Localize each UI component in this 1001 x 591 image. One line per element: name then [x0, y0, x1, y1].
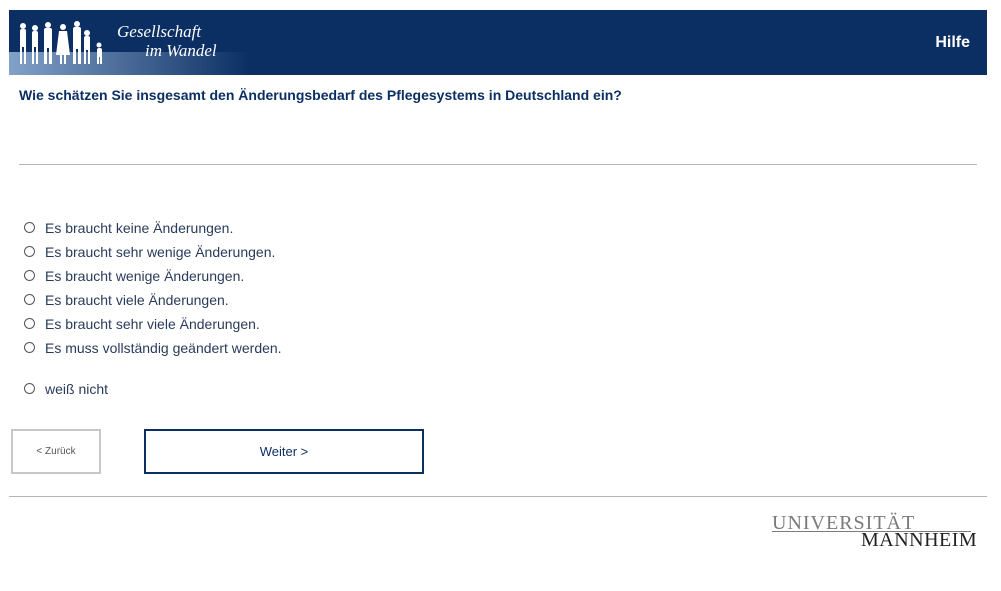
help-link[interactable]: Hilfe — [935, 34, 970, 52]
logo-line-1: Gesellschaft — [117, 22, 202, 41]
option-label: Es braucht keine Änderungen. — [45, 220, 234, 236]
option-label: Es braucht sehr wenige Änderungen. — [45, 244, 276, 260]
divider — [19, 164, 977, 165]
university-logo: UNIVERSITÄT MANNHEIM — [772, 512, 977, 552]
radio-button[interactable] — [24, 382, 35, 394]
radio-button[interactable] — [24, 245, 35, 257]
people-silhouettes-logo — [20, 21, 102, 64]
logo-text: Gesellschaft im Wandel — [117, 22, 217, 60]
answer-option[interactable]: Es braucht sehr viele Änderungen. — [24, 315, 260, 333]
radio-button[interactable] — [24, 293, 35, 305]
radio-button[interactable] — [24, 221, 35, 233]
radio-button[interactable] — [24, 269, 35, 281]
next-button[interactable]: Weiter > — [144, 429, 424, 474]
option-label: weiß nicht — [45, 381, 109, 397]
answer-option[interactable]: Es braucht wenige Änderungen. — [24, 267, 244, 285]
footer-divider — [9, 496, 987, 497]
answer-option[interactable]: Es braucht sehr wenige Änderungen. — [24, 243, 275, 261]
answer-option[interactable]: Es muss vollständig geändert werden. — [24, 339, 282, 357]
university-logo-line-2: MANNHEIM — [861, 529, 978, 551]
option-label: Es braucht viele Änderungen. — [45, 292, 229, 308]
radio-button[interactable] — [24, 341, 35, 353]
option-label: Es braucht sehr viele Änderungen. — [45, 316, 260, 332]
dont-know-option[interactable]: weiß nicht — [24, 380, 108, 398]
logo-line-2: im Wandel — [145, 41, 217, 60]
option-label: Es muss vollständig geändert werden. — [45, 340, 282, 356]
header-banner: Gesellschaft im Wandel Hilfe — [9, 10, 987, 75]
question-text: Wie schätzen Sie insgesamt den Änderungs… — [19, 87, 622, 103]
back-button[interactable]: < Zurück — [11, 429, 101, 474]
radio-button[interactable] — [24, 317, 35, 329]
answer-option[interactable]: Es braucht keine Änderungen. — [24, 219, 233, 237]
answer-option[interactable]: Es braucht viele Änderungen. — [24, 291, 229, 309]
option-label: Es braucht wenige Änderungen. — [45, 268, 245, 284]
